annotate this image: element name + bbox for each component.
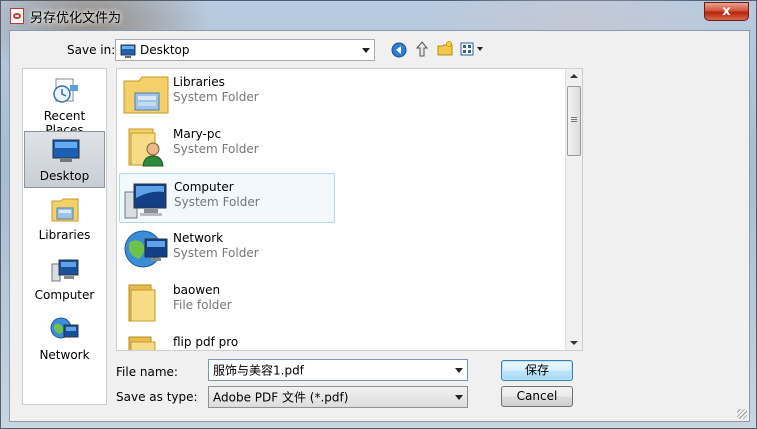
dialog-window: 另存优化文件为 x Save in: Desktop Recent Places… — [0, 0, 757, 429]
network-icon — [50, 317, 79, 339]
chevron-down-icon[interactable] — [455, 368, 463, 373]
save-as-type-value: Adobe PDF 文件 (*.pdf) — [213, 390, 349, 405]
scrollbar-thumb[interactable] — [567, 86, 581, 156]
file-name-field[interactable]: 服饰与美容1.pdf — [208, 359, 468, 381]
save-in-value: Desktop — [140, 43, 190, 57]
folder-icon — [128, 336, 156, 350]
place-label: Computer — [34, 288, 95, 302]
file-name: flip pdf pro — [173, 335, 239, 349]
folder-icon — [128, 284, 156, 322]
libraries-folder-icon — [123, 76, 169, 114]
list-item[interactable]: Network System Folder — [119, 225, 335, 275]
list-item[interactable]: baowen File folder — [119, 277, 335, 327]
file-type: System Folder — [173, 246, 259, 260]
place-computer[interactable]: Computer — [24, 251, 105, 308]
list-item[interactable]: Libraries System Folder — [119, 69, 335, 119]
place-libraries[interactable]: Libraries — [24, 191, 105, 248]
desktop-icon — [52, 139, 80, 162]
save-button[interactable]: 保存 — [501, 360, 573, 381]
file-name: Libraries — [173, 75, 225, 89]
file-name: Mary-pc — [173, 127, 222, 141]
view-menu-chevron-down-icon[interactable] — [477, 47, 483, 51]
file-list[interactable]: Libraries System Folder Mary-pc System F… — [116, 68, 583, 351]
list-item[interactable]: Mary-pc System Folder — [119, 121, 335, 171]
save-in-dropdown[interactable]: Desktop — [115, 39, 375, 61]
save-as-type-label: Save as type: — [116, 390, 198, 404]
list-item[interactable]: flip pdf pro — [119, 329, 335, 350]
scroll-up-arrow-icon[interactable] — [570, 74, 578, 78]
back-icon[interactable] — [391, 42, 407, 58]
computer-icon — [124, 183, 167, 219]
desktop-icon — [120, 44, 136, 58]
resize-grip[interactable] — [737, 409, 747, 419]
file-name: baowen — [173, 283, 221, 297]
place-label: Libraries — [38, 228, 91, 242]
file-type: File folder — [173, 298, 232, 312]
file-type: System Folder — [173, 90, 259, 104]
new-folder-icon[interactable] — [437, 41, 453, 57]
close-button[interactable]: x — [704, 2, 749, 21]
window-title: 另存优化文件为 — [30, 11, 122, 26]
place-label: Desktop — [39, 169, 90, 183]
chevron-down-icon[interactable] — [455, 395, 463, 400]
save-as-type-dropdown[interactable]: Adobe PDF 文件 (*.pdf) — [208, 386, 468, 408]
places-bar: Recent Places Desktop Libraries Computer… — [22, 68, 107, 405]
network-globe-icon — [124, 230, 168, 268]
file-name: Computer — [174, 180, 234, 194]
pdf-app-icon — [10, 8, 24, 24]
up-folder-icon[interactable] — [414, 41, 430, 57]
libraries-icon — [51, 198, 79, 222]
place-desktop[interactable]: Desktop — [24, 131, 105, 188]
chevron-down-icon[interactable] — [362, 48, 370, 53]
file-type: System Folder — [174, 195, 260, 209]
place-label: Network — [39, 348, 90, 362]
list-item[interactable]: Computer System Folder — [119, 173, 335, 223]
cancel-button[interactable]: Cancel — [501, 386, 573, 407]
save-in-label: Save in: — [67, 43, 116, 57]
scroll-down-arrow-icon[interactable] — [570, 341, 578, 345]
recent-places-icon — [53, 78, 78, 103]
dialog-body: Save in: Desktop Recent Places Desktop L… — [9, 30, 750, 422]
vertical-scrollbar[interactable] — [565, 69, 582, 350]
place-network[interactable]: Network — [24, 311, 105, 368]
computer-icon — [51, 259, 79, 282]
view-menu-icon[interactable] — [460, 41, 476, 57]
file-type: System Folder — [173, 142, 259, 156]
file-name-value: 服饰与美容1.pdf — [213, 363, 304, 378]
user-folder-icon — [128, 128, 164, 167]
place-recent-places[interactable]: Recent Places — [24, 72, 105, 137]
file-name: Network — [173, 231, 224, 245]
file-name-label: File name: — [116, 365, 178, 379]
title-bar[interactable]: 另存优化文件为 x — [1, 1, 757, 31]
